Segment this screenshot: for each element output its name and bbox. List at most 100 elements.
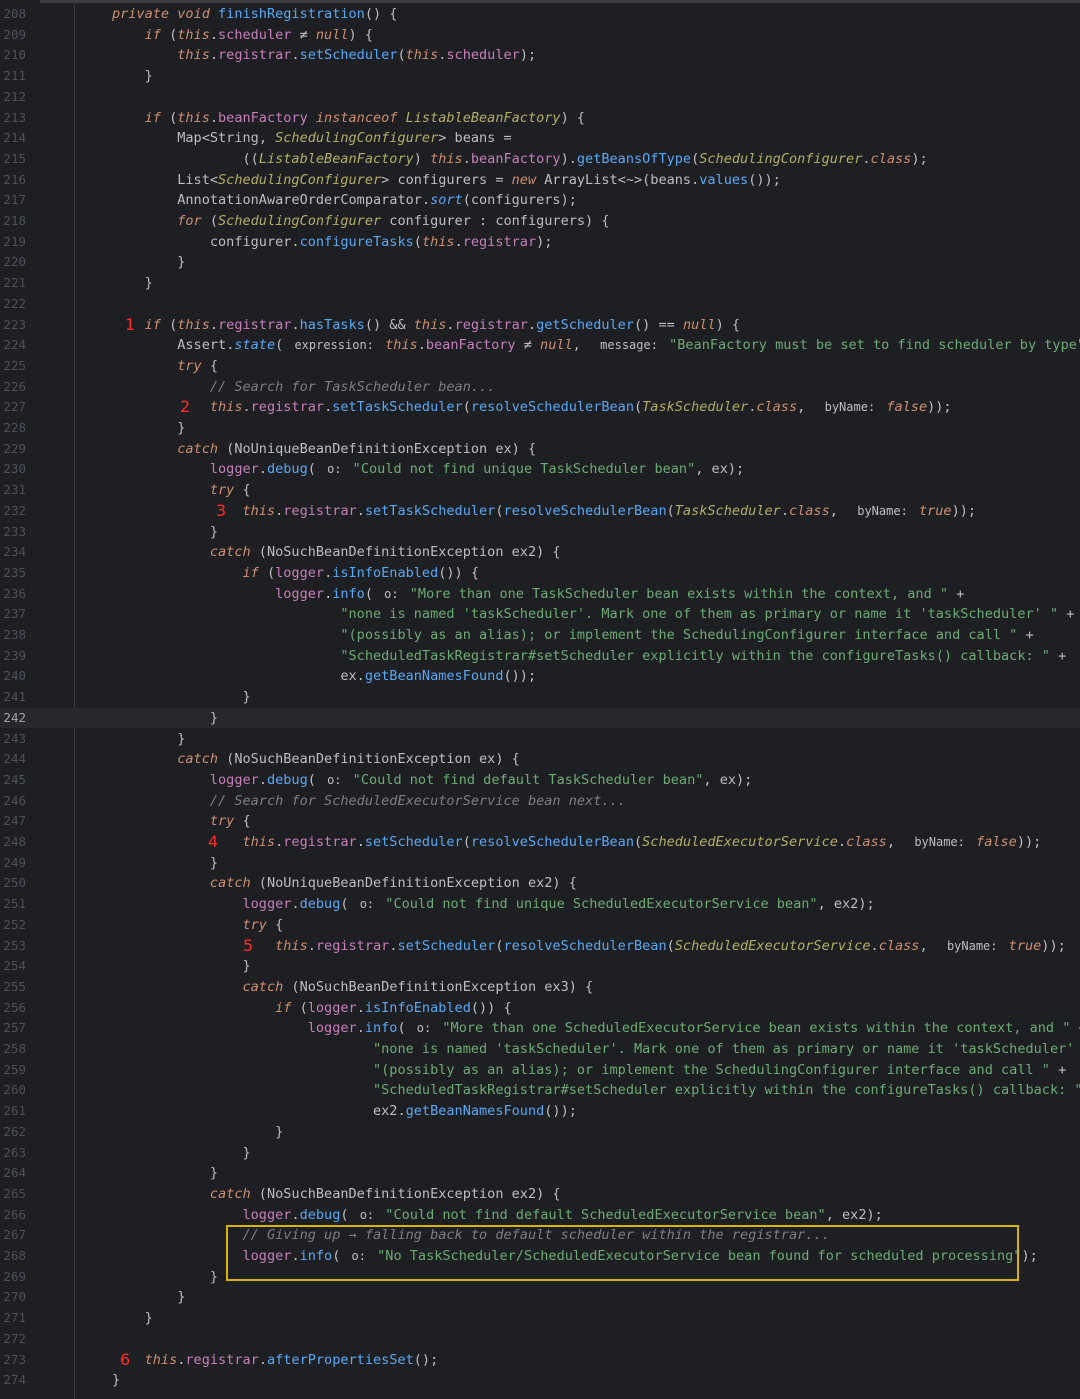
code-line[interactable]: 245 logger.debug( o: "Could not find def…	[0, 770, 1080, 791]
code-text: this.registrar.setScheduler(resolveSched…	[242, 834, 1042, 850]
code-line[interactable]: 273 6 this.registrar.afterPropertiesSet()…	[0, 1350, 1080, 1371]
code-text: if (logger.isInfoEnabled()) {	[275, 999, 512, 1016]
line-number: 272	[3, 1330, 26, 1346]
code-line[interactable]: 220 }	[0, 252, 1080, 273]
code-line[interactable]: 225 try {	[0, 356, 1080, 377]
line-number: 210	[3, 47, 26, 63]
line-number: 251	[3, 896, 26, 912]
code-line[interactable]: 251 logger.debug( o: "Could not find uni…	[0, 894, 1080, 915]
code-line[interactable]: 252 try {	[0, 915, 1080, 936]
line-number: 215	[3, 150, 26, 166]
line-number: 244	[3, 751, 26, 767]
code-line[interactable]: 210 this.registrar.setScheduler(this.sch…	[0, 45, 1080, 66]
code-line[interactable]: 265 catch (NoSuchBeanDefinitionException…	[0, 1184, 1080, 1205]
code-line[interactable]: 216 List<SchedulingConfigurer> configure…	[0, 170, 1080, 191]
code-line[interactable]: 222	[0, 294, 1080, 315]
code-line[interactable]: 244 catch (NoSuchBeanDefinitionException…	[0, 749, 1080, 770]
code-text: ((ListableBeanFactory) this.beanFactory)…	[112, 150, 928, 167]
line-number: 248	[3, 834, 26, 849]
code-line[interactable]: 272	[0, 1329, 1080, 1350]
code-line[interactable]: 258 "none is named 'taskScheduler'. Mark…	[0, 1039, 1080, 1060]
code-line[interactable]: 249 }	[0, 853, 1080, 874]
code-line[interactable]: 261 ex2.getBeanNamesFound());	[0, 1101, 1080, 1122]
code-line[interactable]: 237 "none is named 'taskScheduler'. Mark…	[0, 604, 1080, 625]
code-text: }	[112, 1123, 284, 1140]
code-line[interactable]: 211 }	[0, 66, 1080, 87]
code-line[interactable]: 219 configurer.configureTasks(this.regis…	[0, 232, 1080, 253]
code-line[interactable]: 241 }	[0, 687, 1080, 708]
line-number: 232	[3, 502, 26, 518]
code-line[interactable]: 253 5 this.registrar.setScheduler(resolve…	[0, 936, 1080, 957]
code-line[interactable]: 235 if (logger.isInfoEnabled()) {	[0, 563, 1080, 584]
line-number: 258	[3, 1041, 26, 1056]
code-line[interactable]: 223 1 if (this.registrar.hasTasks() && th…	[0, 315, 1080, 336]
code-line[interactable]: 266 logger.debug( o: "Could not find def…	[0, 1205, 1080, 1226]
code-line[interactable]: 232 3 this.registrar.setTaskScheduler(res…	[0, 501, 1080, 522]
line-number: 266	[3, 1206, 26, 1222]
code-line[interactable]: 215 ((ListableBeanFactory) this.beanFact…	[0, 149, 1080, 170]
line-number: 253	[3, 937, 26, 953]
line-number: 220	[3, 254, 26, 270]
code-line[interactable]: 236 logger.info( o: "More than one TaskS…	[0, 584, 1080, 605]
code-line[interactable]: 270 }	[0, 1287, 1080, 1308]
code-line[interactable]: 264 }	[0, 1163, 1080, 1184]
code-line[interactable]: 233 }	[0, 522, 1080, 543]
code-text: "(possibly as an alias); or implement th…	[373, 1061, 1067, 1078]
code-text: }	[112, 68, 153, 85]
code-line[interactable]: 228 }	[0, 418, 1080, 439]
line-number: 239	[3, 647, 26, 663]
line-number: 211	[3, 68, 26, 84]
line-number: 213	[3, 109, 26, 125]
code-line[interactable]: 239 "ScheduledTaskRegistrar#setScheduler…	[0, 646, 1080, 667]
code-text: this.registrar.setTaskScheduler(resolveS…	[209, 399, 952, 416]
code-line[interactable]: 229 catch (NoUniqueBeanDefinitionExcepti…	[0, 439, 1080, 460]
code-line[interactable]: 257 logger.info( o: "More than one Sched…	[0, 1018, 1080, 1039]
code-line[interactable]: 262 }	[0, 1122, 1080, 1143]
code-line[interactable]: 208 private void finishRegistration() {	[0, 4, 1080, 25]
code-text: try {	[242, 916, 284, 933]
code-line[interactable]: 250 catch (NoUniqueBeanDefinitionExcepti…	[0, 873, 1080, 894]
line-number: 237	[3, 606, 26, 622]
line-number: 218	[3, 213, 26, 228]
code-line[interactable]: 243 }	[0, 729, 1080, 750]
code-line[interactable]: 260 "ScheduledTaskRegistrar#setScheduler…	[0, 1080, 1080, 1101]
code-line[interactable]: 221 }	[0, 273, 1080, 294]
code-text: AnnotationAwareOrderComparator.sort(conf…	[177, 192, 577, 209]
line-number: 270	[3, 1289, 26, 1305]
code-line[interactable]: 231 try {	[0, 480, 1080, 501]
code-line[interactable]: 271 }	[0, 1308, 1080, 1329]
code-text: }	[112, 420, 186, 436]
line-number: 267	[3, 1227, 26, 1243]
line-number: 224	[3, 337, 26, 353]
code-line[interactable]: 256 if (logger.isInfoEnabled()) {	[0, 998, 1080, 1019]
code-line[interactable]: 246 // Search for ScheduledExecutorServi…	[0, 791, 1080, 812]
code-line[interactable]: 274}	[0, 1370, 1080, 1391]
code-line[interactable]: 218 for (SchedulingConfigurer configurer…	[0, 211, 1080, 232]
code-line[interactable]: 248 4 this.registrar.setScheduler(resolve…	[0, 832, 1080, 853]
code-line[interactable]: 212	[0, 87, 1080, 108]
code-line[interactable]: 224 Assert.state( expression: this.beanF…	[0, 335, 1080, 356]
line-number: 234	[3, 544, 26, 560]
code-text: this.registrar.setScheduler(this.schedul…	[177, 47, 537, 64]
code-line[interactable]: 238 "(possibly as an alias); or implemen…	[0, 625, 1080, 646]
code-line[interactable]: 242 }	[0, 707, 1080, 729]
code-line[interactable]: 209 if (this.scheduler ≠ null) {	[0, 25, 1080, 46]
code-line[interactable]: 240 ex.getBeanNamesFound());	[0, 666, 1080, 687]
code-text: catch (NoSuchBeanDefinitionException ex3…	[242, 978, 594, 995]
code-line[interactable]: 217 AnnotationAwareOrderComparator.sort(…	[0, 190, 1080, 211]
code-line[interactable]: 255 catch (NoSuchBeanDefinitionException…	[0, 977, 1080, 998]
code-line[interactable]: 213 if (this.beanFactory instanceof List…	[0, 108, 1080, 129]
code-text: catch (NoSuchBeanDefinitionException ex2…	[209, 544, 561, 561]
code-editor[interactable]: 208 private void finishRegistration() {20…	[0, 0, 1080, 1399]
line-number: 246	[3, 792, 26, 808]
code-line[interactable]: 263 }	[0, 1143, 1080, 1164]
code-line[interactable]: 247 try {	[0, 811, 1080, 832]
code-line[interactable]: 226 // Search for TaskScheduler bean...	[0, 377, 1080, 398]
code-line[interactable]: 214 Map<String, SchedulingConfigurer> be…	[0, 128, 1080, 149]
line-number: 256	[3, 999, 26, 1015]
code-line[interactable]: 227 2 this.registrar.setTaskScheduler(res…	[0, 397, 1080, 418]
code-line[interactable]: 259 "(possibly as an alias); or implemen…	[0, 1060, 1080, 1081]
code-line[interactable]: 254 }	[0, 956, 1080, 977]
code-line[interactable]: 230 logger.debug( o: "Could not find uni…	[0, 459, 1080, 480]
code-line[interactable]: 234 catch (NoSuchBeanDefinitionException…	[0, 542, 1080, 563]
